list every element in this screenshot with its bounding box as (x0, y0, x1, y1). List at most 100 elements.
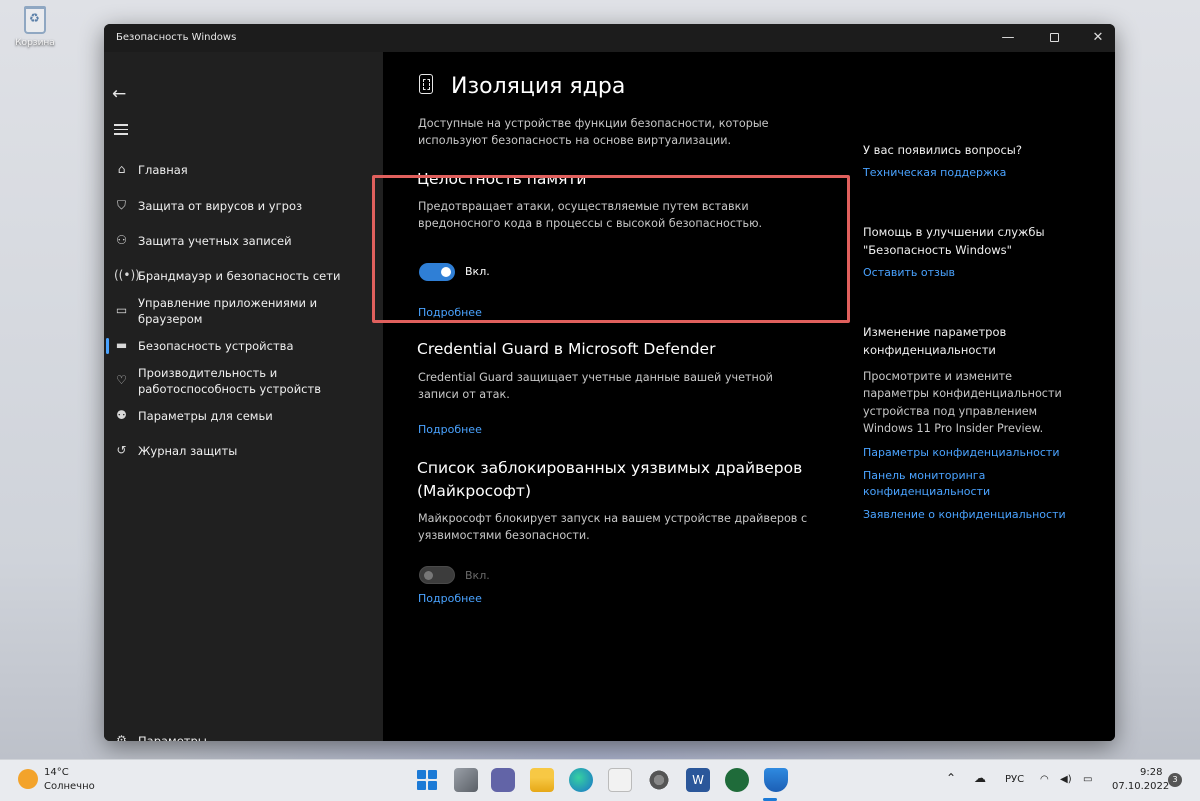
family-icon: ⚉ (116, 408, 127, 422)
privacy-dashboard-link-line1[interactable]: Панель мониторинга (863, 469, 985, 482)
shield-icon: ⛉ (116, 198, 126, 212)
blocked-drivers-more-link[interactable]: Подробнее (418, 592, 482, 605)
battery-icon[interactable]: ▭ (1083, 774, 1092, 785)
sidebar-item-device-security[interactable]: ▬ Безопасность устройства (104, 338, 383, 358)
person-icon: ⚇ (116, 233, 127, 247)
sidebar-item-label: Защита от вирусов и угроз (138, 199, 303, 213)
notification-badge[interactable]: 3 (1168, 773, 1182, 787)
credential-guard-desc-line2: записи от атак. (418, 388, 510, 401)
gear-icon: ⚙ (116, 733, 127, 741)
sidebar-item-label: Параметры (138, 734, 207, 741)
menu-button[interactable] (114, 124, 128, 138)
improve-heading-line1: Помощь в улучшении службы (863, 225, 1045, 239)
sidebar-item-account-protection[interactable]: ⚇ Защита учетных записей (104, 233, 383, 253)
explorer-icon[interactable] (530, 768, 554, 792)
sidebar-item-label-line2: работоспособность устройств (138, 382, 321, 396)
onedrive-cloud-icon[interactable]: ☁ (974, 771, 986, 785)
feedback-link[interactable]: Оставить отзыв (863, 266, 955, 279)
sidebar-item-label: Производительность и (138, 366, 278, 380)
maximize-button[interactable] (1036, 24, 1072, 52)
support-link[interactable]: Техническая поддержка (863, 166, 1006, 179)
start-button[interactable] (415, 768, 439, 792)
blocked-drivers-title-line1: Список заблокированных уязвимых драйверо… (417, 459, 803, 477)
language-indicator[interactable]: РУС (1005, 774, 1024, 785)
weather-description[interactable]: Солнечно (44, 781, 95, 792)
blocked-drivers-toggle[interactable] (419, 566, 455, 584)
terminal-icon[interactable] (725, 768, 749, 792)
sidebar-item-label: Брандмауэр и безопасность сети (138, 269, 341, 283)
heart-icon: ♡ (116, 373, 127, 387)
sidebar-item-settings[interactable]: ⚙ Параметры (104, 733, 383, 741)
credential-guard-more-link[interactable]: Подробнее (418, 423, 482, 436)
word-icon[interactable]: W (686, 768, 710, 792)
improve-heading-line2: "Безопасность Windows" (863, 243, 1012, 257)
credential-guard-title: Credential Guard в Microsoft Defender (417, 340, 716, 358)
weather-temperature[interactable]: 14°C (44, 767, 69, 778)
blocked-drivers-desc-line2: уязвимостями безопасности. (418, 529, 590, 542)
volume-icon[interactable]: ◀) (1060, 774, 1072, 785)
privacy-heading-line2: конфиденциальности (863, 343, 996, 357)
privacy-desc-line4: Windows 11 Pro Insider Preview. (863, 422, 1044, 435)
title-bar[interactable]: Безопасность Windows — ✕ (104, 24, 1115, 52)
recycle-bin-icon (24, 6, 46, 34)
sidebar-item-label: Защита учетных записей (138, 234, 292, 248)
sidebar-item-label: Безопасность устройства (138, 339, 294, 353)
active-indicator (106, 338, 109, 354)
sidebar-item-family-options[interactable]: ⚉ Параметры для семьи (104, 408, 383, 428)
sidebar-item-firewall[interactable]: ((•)) Брандмауэр и безопасность сети (104, 268, 383, 288)
edge-icon[interactable] (569, 768, 593, 792)
wifi-icon: ((•)) (114, 268, 140, 282)
clock-date[interactable]: 07.10.2022 (1112, 781, 1169, 792)
sidebar-item-label: Главная (138, 163, 188, 177)
browser-icon: ▭ (115, 303, 128, 317)
chat-icon[interactable] (491, 768, 515, 792)
main-content: Изоляция ядра Доступные на устройстве фу… (383, 52, 1115, 741)
blocked-drivers-toggle-label: Вкл. (465, 569, 490, 582)
intro-text-line2: используют безопасность на основе виртуа… (418, 134, 732, 147)
privacy-statement-link[interactable]: Заявление о конфиденциальности (863, 508, 1066, 521)
sidebar-item-protection-history[interactable]: ↺ Журнал защиты (104, 443, 383, 463)
privacy-desc-line1: Просмотрите и измените (863, 370, 1012, 383)
history-icon: ↺ (116, 443, 127, 457)
core-isolation-icon (419, 74, 433, 94)
sidebar-item-app-browser-control[interactable]: ▭ Управление приложениями и браузером (104, 295, 383, 331)
sidebar-item-home[interactable]: ⌂ Главная (104, 162, 383, 182)
credential-guard-desc-line1: Credential Guard защищает учетные данные… (418, 371, 773, 384)
blocked-drivers-title-line2: (Майкрософт) (417, 482, 532, 500)
sidebar-item-label: Управление приложениями и (138, 296, 318, 310)
sidebar-item-device-performance[interactable]: ♡ Производительность и работоспособность… (104, 365, 383, 401)
settings-icon[interactable] (647, 768, 671, 792)
privacy-settings-link[interactable]: Параметры конфиденциальности (863, 446, 1059, 459)
maximize-icon (1049, 33, 1059, 42)
privacy-desc-line3: устройства под управлением (863, 405, 1038, 418)
sidebar-item-virus-protection[interactable]: ⛉ Защита от вирусов и угроз (104, 198, 383, 218)
blocked-drivers-desc-line1: Майкрософт блокирует запуск на вашем уст… (418, 512, 808, 525)
chevron-up-icon[interactable]: ⌃ (946, 771, 956, 785)
recycle-bin-label: Корзина (15, 38, 55, 48)
taskbar: 14°C Солнечно W ⌃ ☁ РУС ◠ ◀) ▭ 9:28 07.1… (0, 759, 1200, 801)
sidebar-item-label: Журнал защиты (138, 444, 238, 458)
laptop-icon: ▬ (115, 338, 128, 352)
privacy-desc-line2: параметры конфиденциальности (863, 387, 1062, 400)
sidebar-item-label-line2: браузером (138, 312, 203, 326)
sidebar: ← ⌂ Главная ⛉ Защита от вирусов и угроз … (104, 52, 383, 741)
store-icon[interactable] (608, 768, 632, 792)
home-icon: ⌂ (117, 162, 126, 176)
privacy-dashboard-link-line2[interactable]: конфиденциальности (863, 485, 990, 498)
wifi-icon[interactable]: ◠ (1040, 774, 1049, 785)
memory-integrity-highlight-frame (372, 175, 850, 323)
security-icon[interactable] (764, 768, 788, 792)
windows-security-window: Безопасность Windows — ✕ ← ⌂ Главная ⛉ З… (104, 24, 1115, 741)
task-view-icon[interactable] (454, 768, 478, 792)
recycle-bin-desktop-icon[interactable]: Корзина (10, 6, 60, 48)
close-button[interactable]: ✕ (1080, 24, 1115, 52)
sidebar-item-label: Параметры для семьи (138, 409, 273, 423)
privacy-heading-line1: Изменение параметров (863, 325, 1007, 339)
page-title: Изоляция ядра (451, 74, 626, 99)
sun-icon[interactable] (18, 769, 38, 789)
back-button[interactable]: ← (112, 84, 126, 104)
questions-heading: У вас появились вопросы? (863, 143, 1022, 157)
minimize-button[interactable]: — (990, 24, 1026, 52)
window-title: Безопасность Windows (116, 32, 237, 43)
clock-time[interactable]: 9:28 (1140, 767, 1162, 778)
